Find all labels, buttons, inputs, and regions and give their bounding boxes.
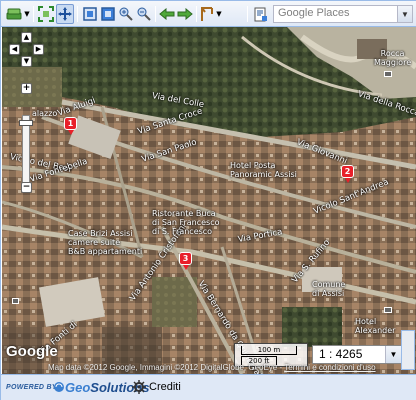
scale-bar-metric: 100 m xyxy=(241,346,297,355)
credits-button[interactable]: Crediti xyxy=(132,380,181,394)
zoom-out-button[interactable]: − xyxy=(21,182,32,193)
pan-right-button[interactable]: ▶ xyxy=(33,44,44,55)
place-label-ristorante[interactable]: Ristorante Buca di San Francesco di S. F… xyxy=(152,209,220,236)
place-label-hotel-posta[interactable]: Hotel Posta Panoramic Assisi xyxy=(230,161,297,179)
print-icon[interactable] xyxy=(251,4,269,24)
toolbar-separator xyxy=(33,6,34,22)
map-panel: ▼ ▼ Google Places ▼ Via del Colle Via de… xyxy=(0,0,416,400)
scale-select[interactable]: 1 : 4265 ▼ xyxy=(312,345,402,364)
places-placeholder: Google Places xyxy=(278,7,350,19)
map-toolbar: ▼ ▼ Google Places ▼ xyxy=(1,1,416,27)
layer-icon[interactable] xyxy=(5,4,23,24)
hotel-icon xyxy=(384,307,392,313)
gear-icon xyxy=(132,380,146,394)
place-label-rocca[interactable]: Rocca Maggiore xyxy=(374,49,411,67)
zoom-out-box-icon[interactable] xyxy=(99,4,117,24)
chevron-down-icon[interactable]: ▼ xyxy=(397,6,412,22)
landmark-icon xyxy=(384,71,392,77)
zoom-in-button[interactable]: + xyxy=(21,83,32,94)
places-search-input[interactable]: Google Places ▼ xyxy=(273,5,413,23)
toolbar-separator xyxy=(77,6,78,22)
map-marker-3[interactable]: 3 xyxy=(179,252,192,270)
powered-by-label: POWERED BY xyxy=(6,384,57,391)
zoom-in-box-icon[interactable] xyxy=(81,4,99,24)
map-footer: POWERED BY GeoSolutions Crediti xyxy=(1,374,416,400)
brand-prefix: Geo xyxy=(65,380,91,395)
pan-down-button[interactable]: ▼ xyxy=(21,56,32,67)
toolbar-separator xyxy=(196,6,197,22)
attribution-text: Map data ©2012 Google, Immagini ©2012 Di… xyxy=(48,363,285,372)
map-marker-1[interactable]: 1 xyxy=(64,117,77,135)
place-label-comune[interactable]: Comune di Assisi xyxy=(312,280,345,298)
back-icon[interactable] xyxy=(158,4,176,24)
coordinate-icon[interactable] xyxy=(199,4,215,24)
zoom-extent-icon[interactable] xyxy=(37,4,55,24)
map-marker-2[interactable]: 2 xyxy=(341,165,354,183)
scale-select-value: 1 : 4265 xyxy=(319,347,363,361)
pan-icon[interactable] xyxy=(56,4,74,24)
satellite-map[interactable]: Via del Colle Via della Rocca Via Santa … xyxy=(2,27,416,374)
toolbar-separator xyxy=(247,6,248,22)
measure-area-icon[interactable] xyxy=(135,4,153,24)
dropdown-icon[interactable]: ▼ xyxy=(23,4,31,24)
map-attribution: Map data ©2012 Google, Immagini ©2012 Di… xyxy=(48,363,416,374)
measure-icon[interactable] xyxy=(117,4,135,24)
zoom-slider-handle[interactable] xyxy=(19,120,33,126)
toolbar-separator xyxy=(155,6,156,22)
place-label-palazzo: alazzo xyxy=(32,109,58,118)
dropdown-icon[interactable]: ▼ xyxy=(215,4,223,24)
credits-label: Crediti xyxy=(149,381,181,393)
place-label-hotel-alexander[interactable]: Hotel Alexander xyxy=(355,317,395,335)
landmark-icon xyxy=(12,298,19,304)
forward-icon[interactable] xyxy=(176,4,194,24)
place-label-case-brizi[interactable]: Case Brizi Assisi camere suite B&B appar… xyxy=(68,229,142,256)
terms-link[interactable]: Termini e condizioni d'uso xyxy=(284,363,375,372)
chevron-down-icon[interactable]: ▼ xyxy=(385,346,401,363)
globe-icon xyxy=(54,382,64,392)
pan-up-button[interactable]: ▲ xyxy=(21,32,32,43)
map-scrollbar[interactable] xyxy=(401,330,415,370)
google-logo: Google xyxy=(6,343,58,360)
pan-left-button[interactable]: ◀ xyxy=(9,44,20,55)
